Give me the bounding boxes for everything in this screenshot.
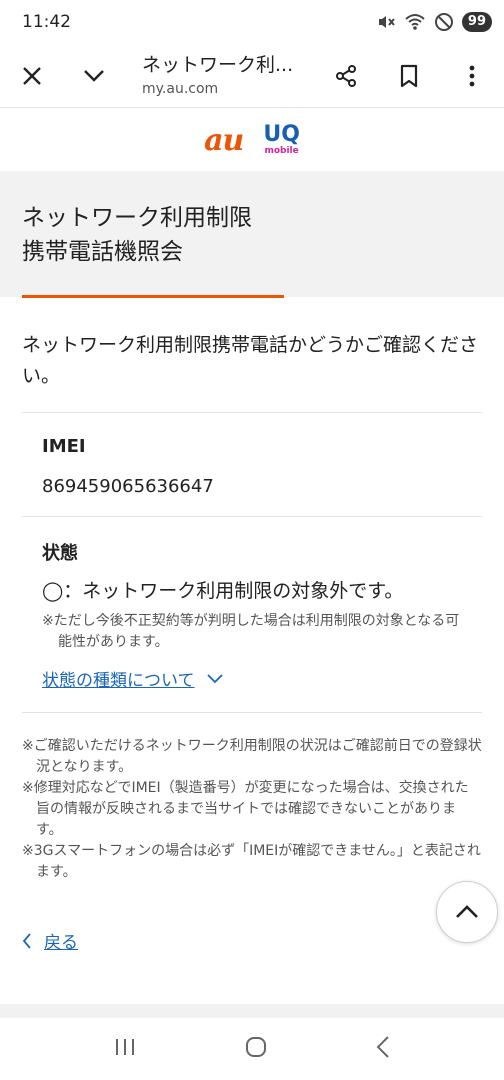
chevron-down-icon [84,70,104,82]
mute-icon [378,16,395,28]
title-underline [22,295,284,298]
browser-toolbar: ネットワーク利... my.au.com [0,44,504,108]
battery-badge: 99 [461,12,492,32]
back-button[interactable] [375,1035,391,1063]
chevron-down-icon [206,673,223,683]
page-title-line1: ネットワーク利用制限 [22,205,252,231]
au-logo: au [204,122,244,158]
status-result: ◯：ネットワーク利用制限の対象外です。 [42,580,404,602]
divider [22,712,482,713]
chevron-left-icon [22,932,31,949]
status-bar: 11:42 99 [0,0,504,44]
note-item: ※3Gスマートフォンの場合は必ず「IMEIが確認できません。」と表記されます。 [22,843,481,880]
home-button[interactable] [244,1035,268,1063]
more-vert-icon [469,65,475,87]
status-icons: 99 [376,12,492,32]
note-item: ※修理対応などでIMEI（製造番号）が変更になった場合は、交換された旨の情報が反… [22,780,469,838]
page-title: ネットワーク利用制限 携帯電話機照会 [22,201,482,269]
divider [22,516,482,517]
title-band: ネットワーク利用制限 携帯電話機照会 [0,171,504,297]
uq-mobile-logo: UQ mobile [263,124,300,156]
browser-page-title: ネットワーク利... [142,54,294,76]
intro-text: ネットワーク利用制限携帯電話かどうかご確認ください。 [22,334,479,387]
status-time: 11:42 [22,12,71,32]
page-info[interactable]: ネットワーク利... my.au.com [142,50,322,97]
status-note: ※ただし今後不正契約等が判明した場合は利用制限の対象となる可能性があります。 [42,613,460,650]
imei-label: IMEI [42,436,86,457]
page-title-line2: 携帯電話機照会 [22,239,183,265]
more-options-button[interactable] [448,44,496,108]
status-types-link-label: 状態の種類について [42,671,195,691]
wifi-icon [405,14,425,30]
close-button[interactable] [8,44,56,108]
back-link-label: 戻る [44,933,78,953]
home-icon [245,1037,266,1057]
brand-logos: au UQ mobile [0,109,504,171]
recents-button[interactable] [113,1037,137,1061]
recents-icon [116,1039,135,1055]
browser-url: my.au.com [142,81,219,97]
uq-logo-subtext: mobile [264,146,299,156]
collapse-button[interactable] [70,44,118,108]
imei-value: 869459065636647 [42,476,214,497]
no-disturb-icon [434,13,453,31]
note-item: ※ご確認いただけるネットワーク利用制限の状況はご確認前日での登録状況となります。 [22,738,482,775]
bookmark-button[interactable] [385,44,433,108]
system-nav-bar [0,1018,504,1080]
back-link[interactable]: 戻る [22,928,78,953]
footer-band [0,1004,504,1018]
bookmark-icon [400,64,418,88]
share-button[interactable] [322,44,370,108]
notes-list: ※ご確認いただけるネットワーク利用制限の状況はご確認前日での登録状況となります。… [22,736,482,883]
share-icon [336,65,356,87]
divider [22,412,482,413]
back-icon [376,1036,389,1058]
uq-logo-text: UQ [263,122,300,147]
chevron-up-icon [456,905,478,918]
status-types-link[interactable]: 状態の種類について [42,666,223,691]
close-icon [23,67,41,85]
scroll-to-top-button[interactable] [436,881,498,943]
status-label: 状態 [42,543,78,564]
